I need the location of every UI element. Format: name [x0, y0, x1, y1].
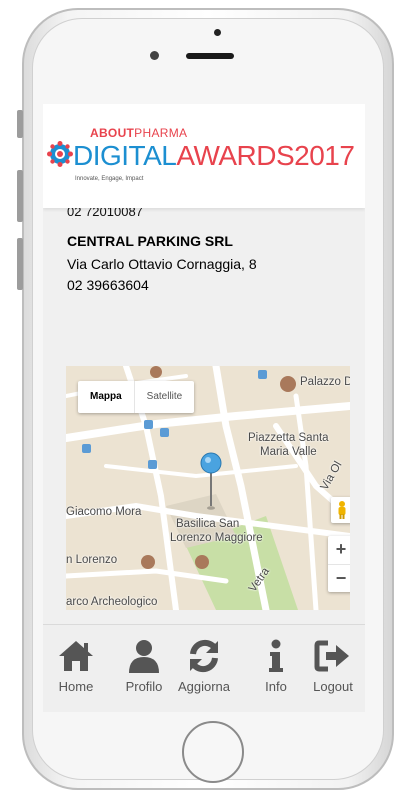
camera-sensor	[150, 51, 159, 60]
user-icon	[129, 640, 159, 673]
nav-logout-label: Logout	[313, 679, 353, 694]
parking-name: CENTRAL PARKING SRL	[67, 233, 233, 249]
app-header: ABOUTPHARMA DIGITALAWARDS2017 Innovate, …	[43, 104, 365, 208]
nav-aggiorna[interactable]: Aggiorna	[174, 639, 234, 694]
nav-profilo[interactable]: Profilo	[114, 639, 174, 694]
parking-phone[interactable]: 02 39663604	[67, 277, 149, 293]
gear-logo-icon	[47, 141, 73, 167]
map-label-parco: arco Archeologico	[66, 596, 158, 608]
map-label-basilica-1: Basilica San	[176, 518, 240, 530]
app-screen: ABOUTPHARMA DIGITALAWARDS2017 Innovate, …	[43, 104, 365, 712]
nav-info[interactable]: Info	[246, 639, 306, 694]
map-label-lorenzo: n Lorenzo	[66, 554, 118, 566]
parking-address: Via Carlo Ottavio Cornaggia, 8	[67, 256, 257, 272]
map-label-piazzetta-2: Maria Valle	[260, 446, 317, 458]
map-label-piazzetta-1: Piazzetta Santa	[248, 432, 329, 444]
map-type-map-button[interactable]: Mappa	[78, 381, 134, 413]
nav-profilo-label: Profilo	[125, 679, 163, 694]
earpiece-speaker	[186, 53, 234, 59]
zoom-control: + −	[328, 536, 350, 592]
zoom-in-button[interactable]: +	[328, 536, 350, 564]
nav-home[interactable]: Home	[46, 639, 106, 694]
nav-home-label: Home	[58, 679, 94, 694]
bottom-nav-bar: Home Profilo Aggiorna Info Logout	[43, 624, 365, 712]
logo-tagline: Innovate, Engage, Impact	[75, 176, 144, 182]
nav-aggiorna-label: Aggiorna	[177, 679, 231, 694]
refresh-icon	[190, 639, 218, 673]
nav-info-label: Info	[265, 679, 287, 694]
volume-down-button	[17, 238, 23, 290]
nav-logout[interactable]: Logout	[303, 639, 363, 694]
map-label-basilica-2: Lorenzo Maggiore	[170, 532, 263, 544]
street-view-pegman-icon[interactable]	[331, 497, 350, 523]
volume-up-button	[17, 170, 23, 222]
logout-icon	[314, 640, 349, 672]
map-label-giacomo: Giacomo Mora	[66, 506, 142, 518]
map-label-palazzo: Palazzo Du	[300, 376, 350, 388]
info-icon	[269, 639, 283, 672]
logo-title: DIGITALAWARDS2017	[73, 140, 355, 171]
map-type-satellite-button[interactable]: Satellite	[133, 381, 195, 413]
home-hardware-button[interactable]	[182, 721, 244, 783]
zoom-out-button[interactable]: −	[328, 564, 350, 593]
home-icon	[59, 641, 93, 671]
front-camera	[214, 29, 221, 36]
logo-brand-line: ABOUTPHARMA	[90, 126, 188, 140]
mute-switch	[17, 110, 23, 138]
map-type-toggle[interactable]: Mappa Satellite	[78, 381, 195, 413]
location-pin-icon[interactable]	[199, 452, 223, 512]
map-view[interactable]: Mappa Satellite Palazzo Du Piazzetta San…	[66, 366, 350, 610]
